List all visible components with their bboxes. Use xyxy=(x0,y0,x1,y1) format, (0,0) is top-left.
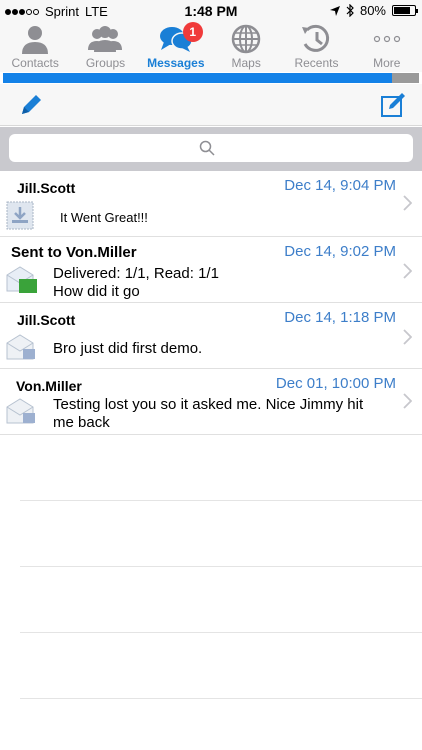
tab-label: Groups xyxy=(85,56,126,70)
status-right: 80% xyxy=(329,3,418,18)
sent-message-icon xyxy=(6,266,37,293)
tab-label: Messages xyxy=(147,56,205,70)
message-date: Dec 14, 9:04 PM xyxy=(284,177,396,194)
message-preview: Testing lost you so it asked me. Nice Ji… xyxy=(53,396,364,413)
message-row[interactable]: Von.Miller Dec 01, 10:00 PM Testing lost… xyxy=(0,369,422,435)
globe-icon xyxy=(231,24,261,54)
message-date: Dec 14, 1:18 PM xyxy=(284,309,396,326)
empty-row-divider xyxy=(20,698,422,699)
message-preview-continued: me back xyxy=(53,414,110,431)
message-sender: Jill.Scott xyxy=(17,312,76,328)
chevron-right-icon xyxy=(403,393,412,409)
read-message-icon xyxy=(6,398,35,424)
empty-row-divider xyxy=(20,500,422,501)
tab-more[interactable]: More xyxy=(352,22,422,72)
tab-bar: Contacts Groups 1 Messages Maps Recents … xyxy=(0,22,422,72)
more-dots-icon xyxy=(373,35,400,43)
message-date: Dec 01, 10:00 PM xyxy=(275,375,396,392)
incoming-message-icon xyxy=(6,201,34,230)
tab-messages[interactable]: 1 Messages xyxy=(141,22,211,72)
message-sender: Jill.Scott xyxy=(17,180,76,196)
message-sender: Sent to Von.Miller xyxy=(11,244,137,261)
message-row[interactable]: Jill.Scott Dec 14, 9:04 PM It Went Great… xyxy=(0,171,422,237)
group-icon xyxy=(88,26,123,52)
empty-row-divider xyxy=(20,566,422,567)
message-date: Dec 14, 9:02 PM xyxy=(284,243,396,260)
battery-percent: 80% xyxy=(359,3,386,18)
tab-label: Recents xyxy=(294,56,339,70)
search-bar xyxy=(0,127,422,171)
progress-fill xyxy=(3,73,392,83)
tab-maps[interactable]: Maps xyxy=(211,22,281,72)
message-preview: Bro just did first demo. xyxy=(53,340,203,357)
tab-label: More xyxy=(373,56,401,70)
bluetooth-icon xyxy=(346,4,354,17)
tab-label: Contacts xyxy=(11,56,59,70)
location-arrow-icon xyxy=(329,5,340,16)
battery-icon xyxy=(392,5,418,16)
search-input[interactable] xyxy=(9,134,413,162)
compose-icon[interactable] xyxy=(380,92,406,118)
read-message-icon xyxy=(6,334,35,360)
pencil-icon[interactable] xyxy=(18,92,44,118)
unread-badge: 1 xyxy=(182,22,203,42)
person-icon xyxy=(22,26,49,54)
history-icon xyxy=(302,24,330,52)
chevron-right-icon xyxy=(403,329,412,345)
progress-bar xyxy=(3,73,419,83)
message-row[interactable]: Jill.Scott Dec 14, 1:18 PM Bro just did … xyxy=(0,303,422,369)
message-status: Delivered: 1/1, Read: 1/1 xyxy=(53,265,219,282)
message-sender: Von.Miller xyxy=(16,378,82,394)
message-preview: How did it go xyxy=(53,283,140,300)
message-preview: It Went Great!!! xyxy=(60,210,148,225)
tab-recents[interactable]: Recents xyxy=(281,22,351,72)
tab-contacts[interactable]: Contacts xyxy=(0,22,70,72)
chevron-right-icon xyxy=(403,263,412,279)
status-bar: Sprint LTE 1:48 PM 80% xyxy=(0,0,422,22)
empty-row-divider xyxy=(20,632,422,633)
chevron-right-icon xyxy=(403,195,412,211)
tab-groups[interactable]: Groups xyxy=(70,22,140,72)
tab-label: Maps xyxy=(231,56,261,70)
toolbar xyxy=(0,84,422,126)
message-row[interactable]: Sent to Von.Miller Dec 14, 9:02 PM Deliv… xyxy=(0,237,422,303)
